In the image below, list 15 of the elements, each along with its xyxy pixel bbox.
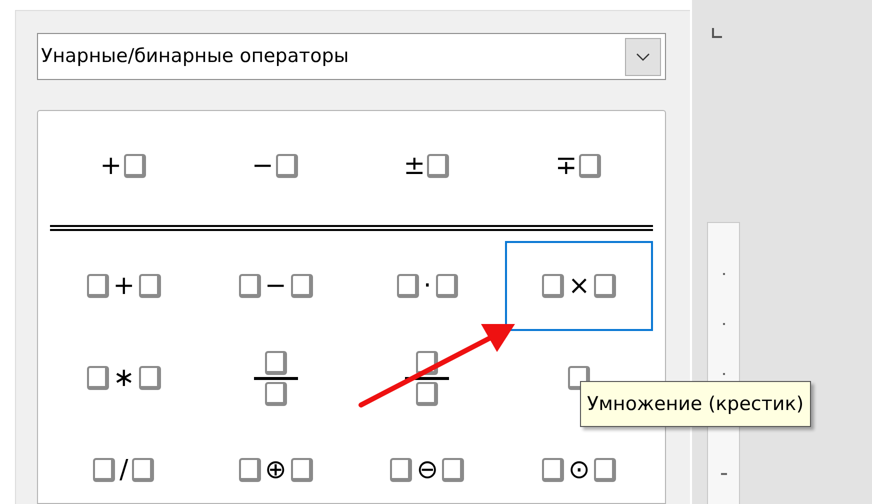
tooltip: Умножение (крестик) (580, 381, 811, 427)
operator-symbol: × (568, 273, 590, 299)
operator-symbol: ⊖ (416, 457, 438, 483)
operator-symbol: / (119, 457, 128, 483)
operator-symbol: − (252, 153, 274, 179)
operator-symbol: ∓ (555, 153, 578, 179)
operator-symbol: ⊕ (264, 457, 287, 483)
operator-symbol: ± (403, 153, 426, 179)
operator-symbol: ∗ (112, 365, 135, 391)
operator-symbol: + (112, 273, 135, 299)
dropdown-value: Унарные/бинарные операторы (40, 44, 350, 70)
operator-symbol: ⊙ (568, 457, 590, 483)
operator-symbol: − (264, 273, 287, 299)
operator-symbol: + (100, 153, 122, 179)
operator-symbol: · (423, 273, 432, 299)
